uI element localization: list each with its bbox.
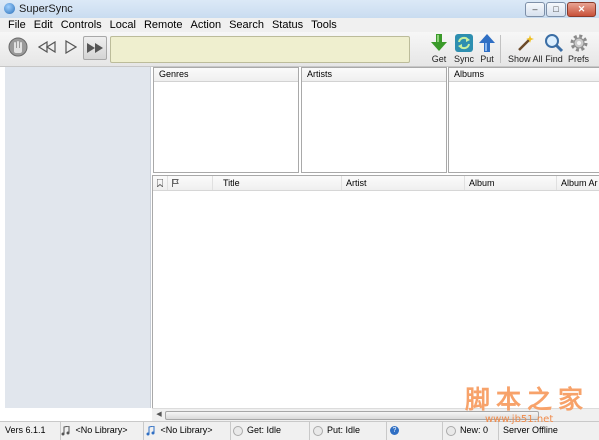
download-arrow-icon — [431, 34, 447, 51]
menu-status[interactable]: Status — [268, 18, 307, 32]
get-status-text: Get: Idle — [247, 425, 282, 435]
local-library-label: <No Library> — [75, 425, 128, 435]
genres-header[interactable]: Genres — [154, 68, 298, 82]
play-icon — [65, 40, 77, 54]
hand-stop-icon — [8, 37, 28, 57]
music-note-icon — [61, 425, 70, 436]
get-label: Get — [431, 54, 447, 64]
sync-label: Sync — [454, 54, 475, 64]
title-bar: SuperSync – □ ✕ — [0, 0, 599, 19]
menu-controls[interactable]: Controls — [57, 18, 106, 32]
watermark: 脚本之家 www.jb51.net — [465, 385, 590, 426]
maximize-button[interactable]: □ — [546, 2, 566, 17]
help-cell[interactable]: ? — [390, 422, 443, 440]
scroll-left-arrow-icon[interactable]: ◀ — [154, 410, 164, 420]
source-sidebar[interactable] — [5, 67, 151, 408]
fast-forward-icon — [87, 43, 103, 53]
menu-remote[interactable]: Remote — [140, 18, 187, 32]
sync-button[interactable]: Sync — [454, 33, 474, 64]
menu-action[interactable]: Action — [187, 18, 226, 32]
gear-icon — [570, 34, 587, 52]
flag-icon — [172, 179, 179, 187]
prefs-label: Prefs — [568, 54, 590, 64]
play-button[interactable] — [60, 36, 82, 58]
remote-library-label: <No Library> — [160, 425, 213, 435]
local-library-cell[interactable]: <No Library> — [61, 422, 144, 440]
albums-pane[interactable]: Albums — [448, 67, 599, 173]
toolbar: Get Sync Put Show All Find Prefs — [0, 32, 599, 67]
title-column[interactable]: Title — [219, 176, 342, 190]
upload-arrow-icon — [479, 34, 495, 52]
menu-search[interactable]: Search — [225, 18, 268, 32]
get-status-cell: Get: Idle — [233, 422, 310, 440]
music-note-blue-icon — [146, 425, 155, 436]
get-status-indicator-icon — [233, 425, 243, 436]
rewind-icon — [38, 41, 56, 53]
track-list-header: Title Artist Album Album Ar — [153, 176, 599, 191]
menu-edit[interactable]: Edit — [30, 18, 57, 32]
prefs-button[interactable]: Prefs — [568, 33, 589, 64]
find-button[interactable]: Find — [544, 33, 564, 64]
toolbar-separator — [500, 35, 501, 63]
window-controls: – □ ✕ — [525, 2, 596, 17]
minimize-button[interactable]: – — [525, 2, 545, 17]
genres-pane[interactable]: Genres — [153, 67, 299, 173]
track-list[interactable]: Title Artist Album Album Ar — [152, 175, 599, 409]
album-column[interactable]: Album — [465, 176, 557, 190]
put-button[interactable]: Put — [478, 33, 496, 64]
magnifier-icon — [545, 34, 564, 53]
artists-pane[interactable]: Artists — [301, 67, 447, 173]
menu-bar: File Edit Controls Local Remote Action S… — [0, 18, 599, 32]
find-label: Find — [545, 54, 563, 64]
refresh-icon — [446, 425, 456, 436]
magic-wand-icon — [518, 35, 535, 51]
new-count-text: New: 0 — [460, 425, 489, 435]
menu-tools[interactable]: Tools — [307, 18, 341, 32]
put-label: Put — [480, 54, 494, 64]
sync-arrows-icon — [455, 34, 473, 52]
help-icon: ? — [390, 426, 399, 436]
rewind-button[interactable] — [36, 36, 58, 58]
get-button[interactable]: Get — [430, 33, 448, 64]
stop-button[interactable] — [7, 36, 29, 58]
now-playing-display — [110, 36, 410, 63]
put-status-text: Put: Idle — [327, 425, 361, 435]
bookmark-column[interactable] — [153, 176, 168, 190]
put-status-cell: Put: Idle — [313, 422, 387, 440]
show-all-label: Show All — [508, 54, 543, 64]
remote-library-cell[interactable]: <No Library> — [146, 422, 231, 440]
close-button[interactable]: ✕ — [567, 2, 596, 17]
albums-header[interactable]: Albums — [449, 68, 599, 82]
watermark-text: 脚本之家 — [465, 385, 590, 414]
put-status-indicator-icon — [313, 425, 323, 436]
artists-header[interactable]: Artists — [302, 68, 446, 82]
watermark-url: www.jb51.net — [485, 414, 554, 425]
window-title: SuperSync — [19, 3, 73, 15]
menu-file[interactable]: File — [0, 18, 30, 32]
version-text: Vers 6.1.1 — [0, 422, 61, 440]
fast-forward-button[interactable] — [83, 36, 107, 60]
artist-column[interactable]: Artist — [342, 176, 465, 190]
bookmark-icon — [156, 178, 164, 189]
flag-column[interactable] — [168, 176, 213, 190]
server-status-text: Server Offline — [503, 425, 558, 435]
show-all-button[interactable]: Show All — [508, 33, 543, 64]
supersync-app-icon — [4, 3, 15, 14]
menu-local[interactable]: Local — [106, 18, 140, 32]
album-artist-column[interactable]: Album Ar — [557, 176, 599, 190]
